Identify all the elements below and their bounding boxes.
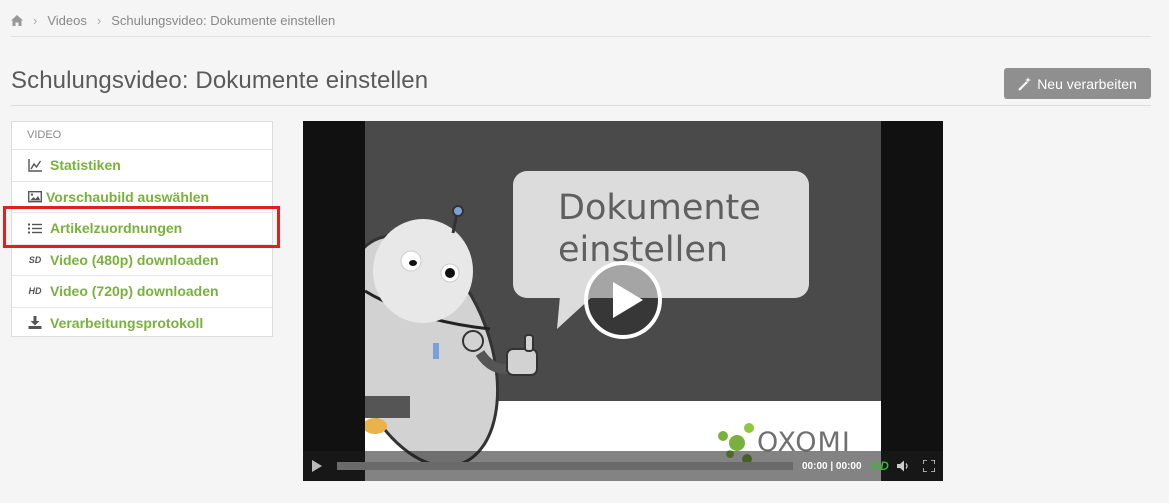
title-row: Schulungsvideo: Dokumente einstellen Neu… [11,64,1151,106]
sidebar-header: VIDEO [27,129,62,141]
sidebar-item-label: Statistiken [50,157,121,174]
volume-icon[interactable] [896,459,910,473]
breadcrumb: › Videos › Schulungsvideo: Dokumente ein… [11,13,1151,37]
reprocess-button-label: Neu verarbeiten [1037,75,1137,92]
download-icon [27,316,43,330]
fullscreen-icon[interactable] [922,460,935,472]
sidebar-item-video-720p[interactable]: HD Video (720p) downloaden [12,275,272,307]
sidebar-item-label: Vorschaubild auswählen [46,188,210,205]
sidebar-item-label: Verarbeitungsprotokoll [50,314,204,331]
video-player[interactable]: Dokumente einstellen OXOMI 00:00 | 00:00… [303,121,943,481]
sidebar-item-statistiken[interactable]: Statistiken [12,149,272,181]
page-title: Schulungsvideo: Dokumente einstellen [11,67,429,94]
breadcrumb-separator: › [33,13,38,28]
poster-title-line1: Dokumente [558,188,761,228]
hd-icon: HD [28,286,42,297]
sidebar-item-video-480p[interactable]: SD Video (480p) downloaden [12,243,272,276]
home-icon[interactable] [11,15,23,26]
sd-icon: SD [28,254,42,265]
breadcrumb-separator: › [96,13,102,28]
time-display: 00:00 | 00:00 [802,460,862,472]
line-chart-icon [27,158,43,172]
play-control-icon[interactable] [311,460,323,472]
magic-wand-icon [1018,76,1032,91]
progress-bar[interactable] [337,462,793,470]
image-icon [27,190,43,204]
breadcrumb-current: Schulungsvideo: Dokumente einstellen [111,13,336,28]
reprocess-button[interactable]: Neu verarbeiten [1004,68,1151,99]
play-icon[interactable] [583,260,663,340]
hd-toggle[interactable]: HD [872,459,889,473]
list-icon [27,221,43,235]
video-controls: 00:00 | 00:00 HD [303,451,943,481]
sidebar-item-label: Artikelzuordnungen [50,220,183,237]
poster-title: Dokumente einstellen [558,187,838,271]
sidebar-item-artikelzuordnungen[interactable]: Artikelzuordnungen [12,212,272,244]
sidebar-item-vorschaubild[interactable]: Vorschaubild auswählen [12,180,272,213]
sidebar-item-verarbeitungsprotokoll[interactable]: Verarbeitungsprotokoll [12,306,272,339]
sidebar-item-label: Video (720p) downloaden [50,283,219,300]
video-sidebar: VIDEO Statistiken Vorschaubild auswählen… [11,121,273,337]
sidebar-item-label: Video (480p) downloaden [50,251,219,268]
breadcrumb-videos[interactable]: Videos [47,13,87,28]
